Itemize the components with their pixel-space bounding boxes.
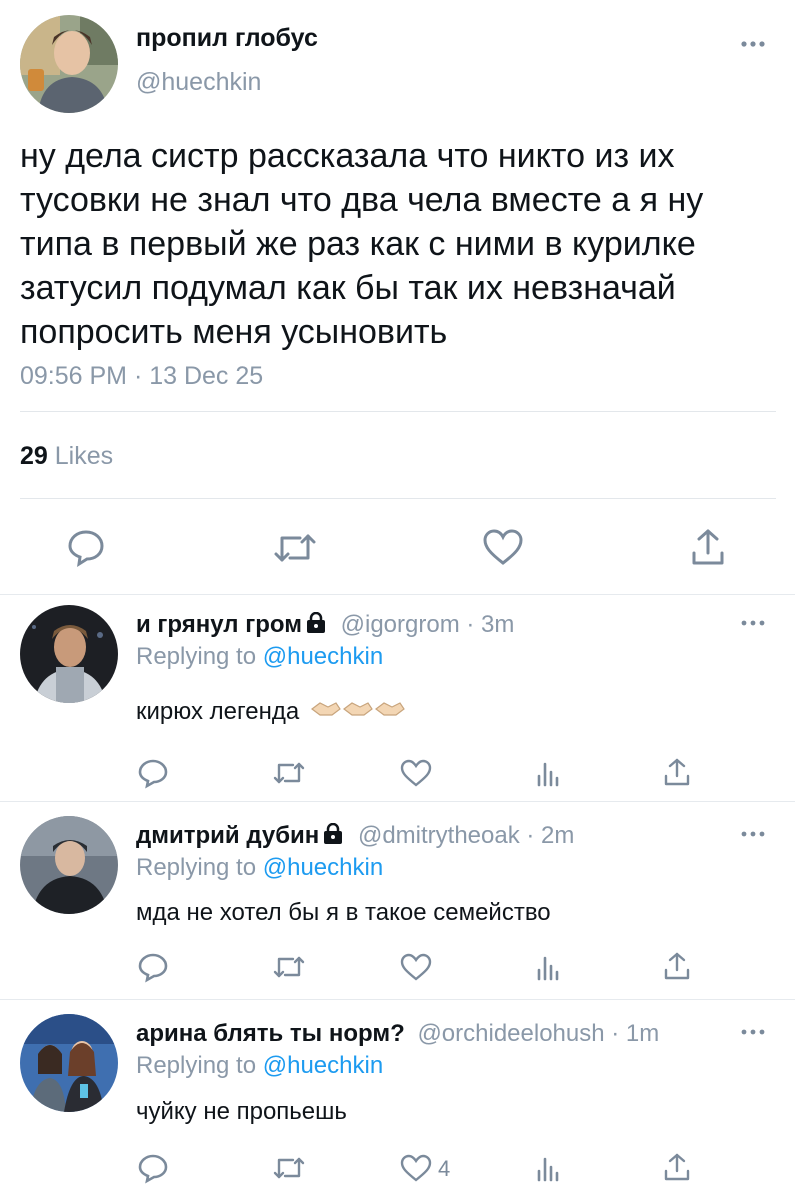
- analytics-icon[interactable]: [535, 758, 561, 793]
- reply-time[interactable]: · 2m: [526, 822, 574, 849]
- reply-header: арина блять ты норм? @orchideelohush · 1…: [136, 1020, 659, 1048]
- retweet-icon[interactable]: [272, 759, 306, 792]
- reply-text: чуйку не пропьешь: [136, 1098, 347, 1125]
- replying-to: Replying to @huechkin: [136, 854, 383, 882]
- lock-icon: [324, 823, 343, 844]
- display-name[interactable]: дмитрий дубин: [136, 822, 319, 849]
- replying-to-link[interactable]: @huechkin: [263, 1052, 383, 1079]
- lock-icon: [306, 612, 325, 633]
- replying-prefix: Replying to: [136, 854, 257, 881]
- reply-text: кирюх легенда: [136, 697, 406, 728]
- reply-icon[interactable]: [137, 1152, 169, 1189]
- reply-tweet: дмитрий дубин @dmitrytheoak · 2m Replyin…: [0, 802, 795, 999]
- display-name[interactable]: и грянул гром: [136, 611, 302, 638]
- handle[interactable]: @orchideelohush: [417, 1020, 604, 1047]
- retweet-icon[interactable]: [272, 1154, 306, 1187]
- reply-time[interactable]: · 3m: [466, 611, 514, 638]
- reply-text-content: кирюх легенда: [136, 697, 300, 725]
- reply-header: дмитрий дубин @dmitrytheoak · 2m: [136, 822, 574, 850]
- main-tweet: пропил глобус @huechkin ну дела систр ра…: [0, 0, 795, 595]
- likes-count: 29: [20, 442, 48, 470]
- share-icon[interactable]: [663, 756, 691, 793]
- more-icon[interactable]: [738, 824, 768, 844]
- more-icon[interactable]: [738, 613, 768, 633]
- share-icon[interactable]: [690, 527, 726, 572]
- reply-text: мда не хотел бы я в такое семейство: [136, 899, 551, 926]
- avatar[interactable]: [20, 605, 118, 703]
- like-icon[interactable]: [399, 1153, 433, 1188]
- likes-label: Likes: [54, 442, 114, 470]
- avatar[interactable]: [20, 1014, 118, 1112]
- replying-prefix: Replying to: [136, 1052, 257, 1079]
- retweet-icon[interactable]: [272, 953, 306, 986]
- share-icon[interactable]: [663, 950, 691, 987]
- share-icon[interactable]: [663, 1151, 691, 1188]
- replying-to-link[interactable]: @huechkin: [263, 643, 383, 670]
- analytics-icon[interactable]: [535, 952, 561, 987]
- tweet-timestamp[interactable]: 09:56 PM · 13 Dec 25: [20, 362, 263, 391]
- handle[interactable]: @igorgrom: [341, 611, 460, 638]
- display-name[interactable]: арина блять ты норм?: [136, 1020, 405, 1047]
- handshake-emoji: [310, 697, 406, 728]
- reply-tweet: арина блять ты норм? @orchideelohush · 1…: [0, 1000, 795, 1200]
- avatar[interactable]: [20, 15, 118, 113]
- tweet-text: ну дела систр рассказала что никто из их…: [20, 137, 704, 351]
- reply-icon[interactable]: [66, 527, 106, 572]
- handle[interactable]: @huechkin: [136, 68, 261, 97]
- divider: [20, 498, 776, 499]
- reply-icon[interactable]: [137, 757, 169, 794]
- like-count: 4: [438, 1156, 451, 1181]
- reply-tweet: и грянул гром @igorgrom · 3m Replying to…: [0, 595, 795, 801]
- like-icon[interactable]: [399, 758, 433, 793]
- analytics-icon[interactable]: [535, 1153, 561, 1188]
- avatar[interactable]: [20, 816, 118, 914]
- replying-to: Replying to @huechkin: [136, 1052, 383, 1080]
- handle[interactable]: @dmitrytheoak: [358, 822, 520, 849]
- divider: [20, 411, 776, 412]
- replying-to-link[interactable]: @huechkin: [263, 854, 383, 881]
- like-icon[interactable]: [482, 528, 524, 571]
- replying-to: Replying to @huechkin: [136, 643, 383, 671]
- more-icon[interactable]: [738, 34, 768, 54]
- retweet-icon[interactable]: [272, 530, 318, 571]
- likes-summary[interactable]: 29 Likes: [20, 442, 113, 471]
- replying-prefix: Replying to: [136, 643, 257, 670]
- reply-header: и грянул гром @igorgrom · 3m: [136, 611, 514, 639]
- reply-icon[interactable]: [137, 951, 169, 988]
- like-icon[interactable]: [399, 952, 433, 987]
- reply-time[interactable]: · 1m: [611, 1020, 659, 1047]
- display-name[interactable]: пропил глобус: [136, 24, 318, 53]
- more-icon[interactable]: [738, 1022, 768, 1042]
